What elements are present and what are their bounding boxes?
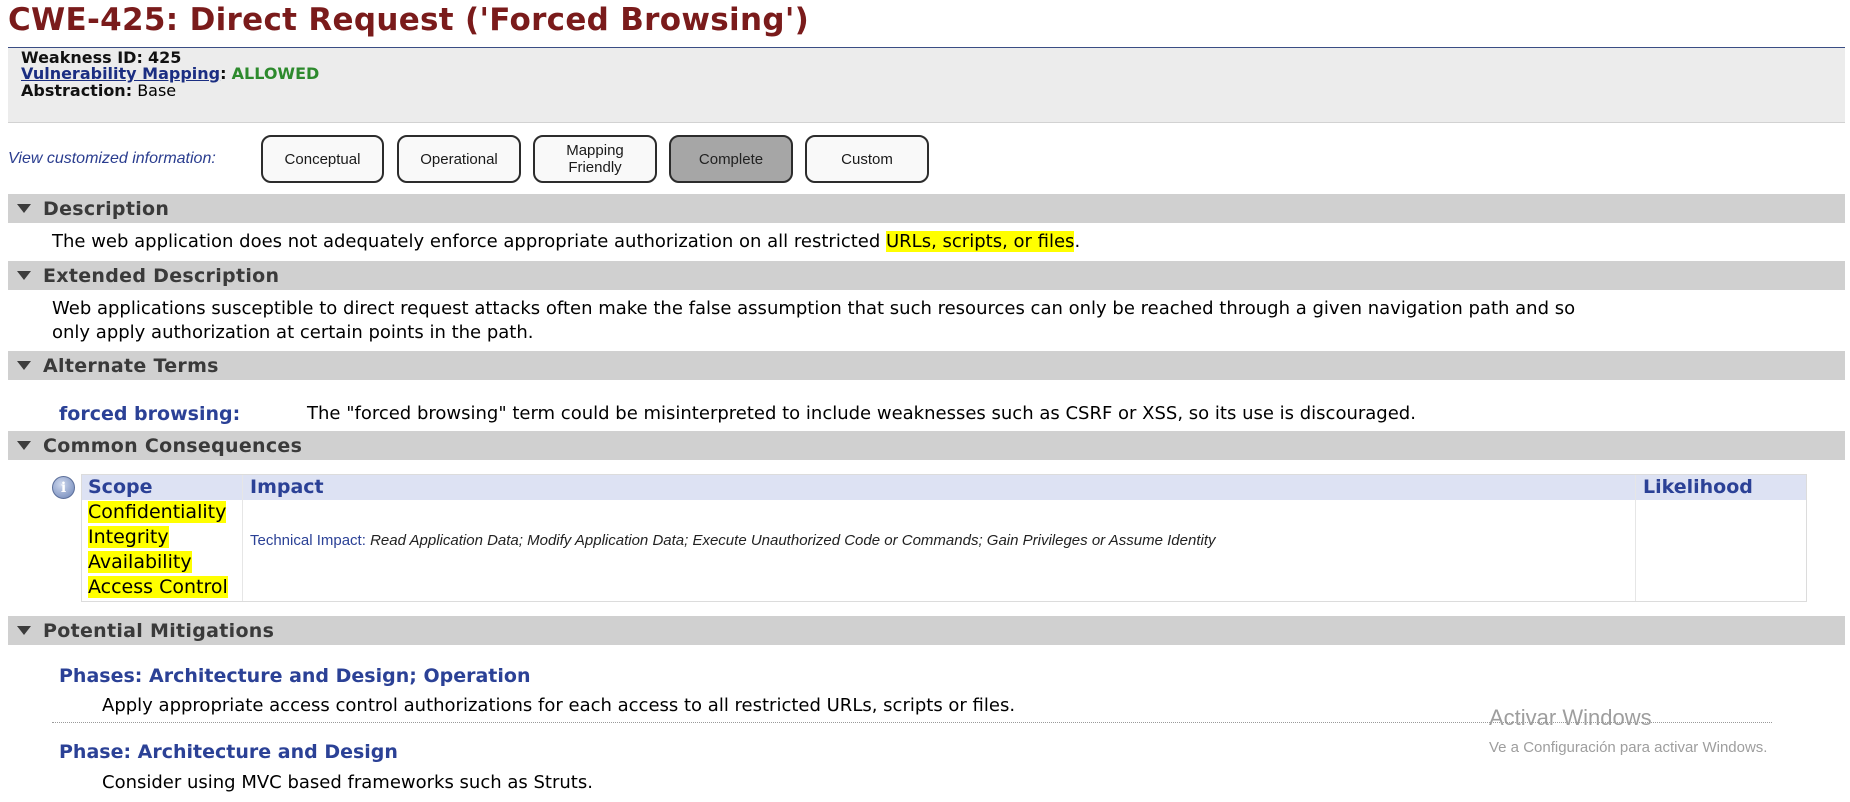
technical-impact-label: Technical Impact: [250,532,366,549]
extended-description-heading: Extended Description [43,264,280,287]
scope-item: Confidentiality [88,501,227,523]
view-mapping-friendly-button[interactable]: Mapping Friendly [533,135,657,183]
alternate-term-description: The "forced browsing" term could be misi… [307,403,1416,424]
triangle-down-icon[interactable] [17,204,31,213]
scope-item: Access Control [88,576,228,598]
potential-mitigations-heading: Potential Mitigations [43,619,275,642]
technical-impact-value: Read Application Data; Modify Applicatio… [370,532,1216,549]
view-customized-label: View customized information: [8,150,216,167]
description-text-end: . [1074,231,1081,252]
technical-impact: Technical Impact: Read Application Data;… [250,532,1215,549]
abstraction-label: Abstraction: [21,81,133,100]
triangle-down-icon[interactable] [17,271,31,280]
common-consequences-section-header[interactable]: Common Consequences [8,431,1845,460]
view-operational-button[interactable]: Operational [397,135,521,183]
page-title: CWE-425: Direct Request ('Forced Browsin… [8,2,810,38]
description-text-start: The web application does not adequately … [52,231,886,252]
triangle-down-icon[interactable] [17,441,31,450]
alternate-term: forced browsing: [59,403,241,425]
potential-mitigations-section-header[interactable]: Potential Mitigations [8,616,1845,645]
alternate-terms-heading: Alternate Terms [43,354,219,377]
view-custom-button[interactable]: Custom [805,135,929,183]
extended-description-line-2: only apply authorization at certain poin… [52,322,534,343]
mitigation-text: Consider using MVC based frameworks such… [102,772,593,793]
description-heading: Description [43,197,170,220]
description-section-header[interactable]: Description [8,194,1845,223]
alternate-terms-section-header[interactable]: Alternate Terms [8,351,1845,380]
mitigation-phase-heading: Phase: Architecture and Design [59,741,398,763]
scope-column-header: Scope [88,476,153,498]
description-highlight: URLs, scripts, or files [886,231,1075,252]
column-divider [242,475,243,601]
abstraction-row: Abstraction: Base [21,81,176,101]
windows-activation-watermark-subtitle: Ve a Configuración para activar Windows. [1489,739,1768,756]
scope-item: Integrity [88,526,169,548]
impact-column-header: Impact [250,476,324,498]
mitigation-phase-heading: Phases: Architecture and Design; Operati… [59,665,531,687]
cwe-page: CWE-425: Direct Request ('Forced Browsin… [0,0,1850,802]
weakness-meta-box: Weakness ID: 425 Vulnerability Mapping: … [8,48,1845,123]
view-complete-button[interactable]: Complete [669,135,793,183]
mapping-separator: : [220,64,227,83]
consequences-table-header [82,475,1806,500]
windows-activation-watermark-title: Activar Windows [1489,705,1652,730]
description-text: The web application does not adequately … [52,230,1080,254]
triangle-down-icon[interactable] [17,361,31,370]
extended-description-line-1: Web applications susceptible to direct r… [52,298,1576,319]
info-icon[interactable]: i [52,476,75,499]
likelihood-column-header: Likelihood [1643,476,1753,498]
column-divider [1635,475,1636,601]
abstraction-value: Base [137,81,177,100]
view-conceptual-button[interactable]: Conceptual [261,135,384,183]
mitigation-text: Apply appropriate access control authori… [102,695,1016,716]
extended-description-section-header[interactable]: Extended Description [8,261,1845,290]
scope-item: Availability [88,551,192,573]
triangle-down-icon[interactable] [17,626,31,635]
consequences-table: Scope Impact Likelihood Confidentiality … [81,474,1807,602]
common-consequences-heading: Common Consequences [43,434,303,457]
mapping-status: ALLOWED [231,64,320,83]
